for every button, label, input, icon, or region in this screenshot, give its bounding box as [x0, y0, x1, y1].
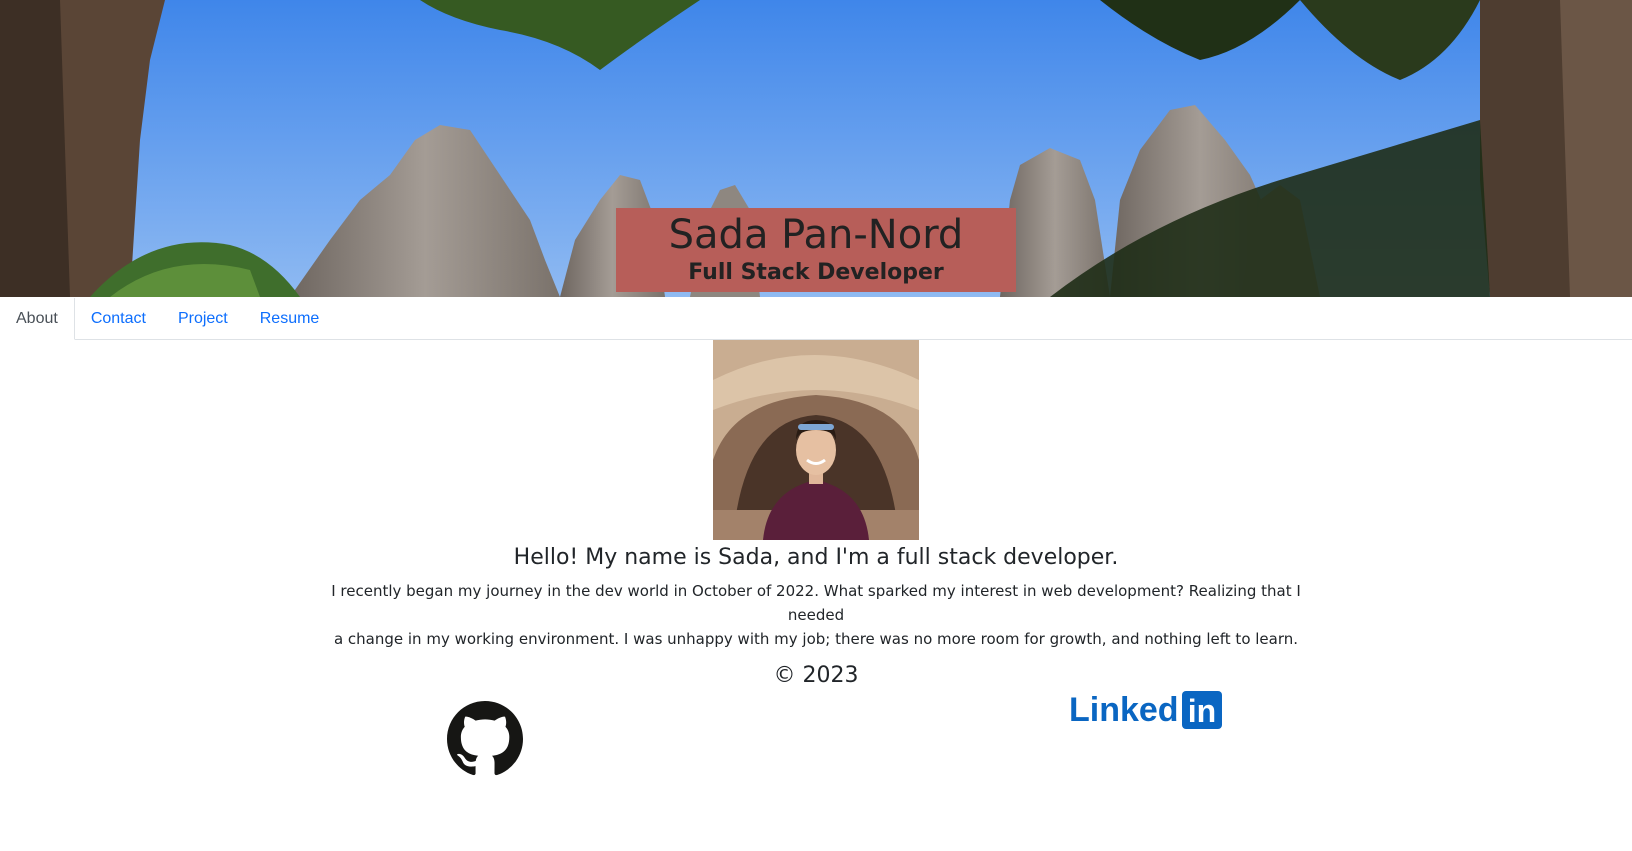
about-text-line-2: a change in my working environment. I wa… [333, 630, 1299, 648]
copyright-text: © 2023 [773, 663, 859, 688]
header-banner: Sada Pan-Nord Full Stack Developer [0, 0, 1632, 297]
tab-about[interactable]: About [0, 298, 75, 340]
tab-contact[interactable]: Contact [75, 298, 162, 339]
github-icon[interactable] [447, 701, 523, 777]
title-box: Sada Pan-Nord Full Stack Developer [616, 208, 1016, 292]
tab-project[interactable]: Project [162, 298, 244, 339]
about-section: Hello! My name is Sada, and I'm a full s… [0, 340, 1632, 651]
profile-photo [713, 340, 919, 540]
linkedin-wordmark: Linked [1069, 691, 1179, 729]
about-heading: Hello! My name is Sada, and I'm a full s… [513, 545, 1119, 570]
site-owner-name: Sada Pan-Nord [668, 212, 964, 258]
about-text: I recently began my journey in the dev w… [326, 579, 1306, 651]
tab-resume[interactable]: Resume [244, 298, 336, 339]
linkedin-badge-text: in [1188, 693, 1216, 729]
site-owner-role: Full Stack Developer [688, 260, 944, 285]
linkedin-icon[interactable]: Linked in [1069, 689, 1222, 729]
footer: © 2023 Linked in [0, 651, 1632, 851]
nav-tabs: About Contact Project Resume [0, 297, 1632, 340]
about-text-line-1: I recently began my journey in the dev w… [331, 582, 1301, 624]
